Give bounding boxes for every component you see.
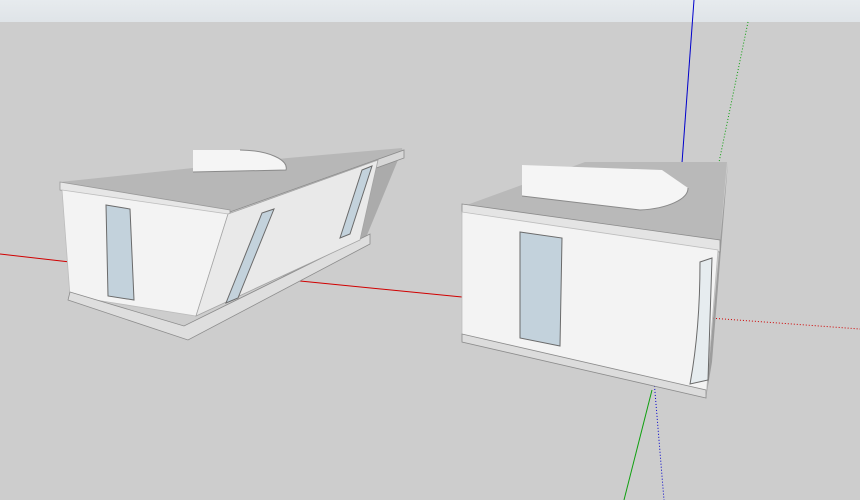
red-axis-dotted [709,317,860,330]
green-axis-solid [623,389,653,500]
blue-axis-dotted [653,379,665,500]
left-bracket-model[interactable] [59,148,405,341]
left-model-cutout [193,150,287,172]
blue-axis-solid [679,0,695,191]
red-axis-center [289,279,463,298]
red-axis-left [0,253,71,263]
right-model-window-1[interactable] [519,231,563,347]
right-bracket-model[interactable] [461,162,728,399]
modeling-app [0,0,860,500]
left-model-window-1[interactable] [105,204,135,301]
modeling-viewport[interactable] [0,0,860,500]
